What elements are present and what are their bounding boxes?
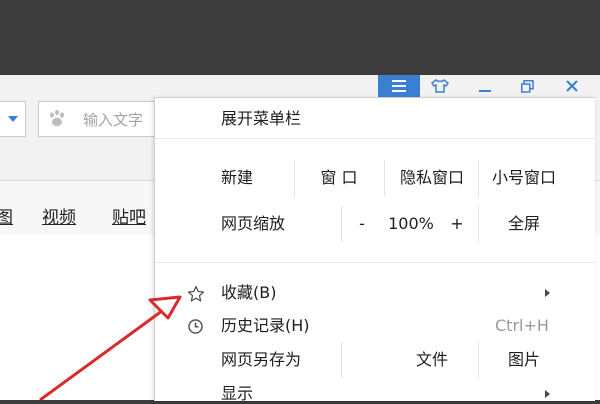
menu-item-expand-menubar[interactable]: 展开菜单栏 [221, 109, 301, 129]
restore-button[interactable] [510, 75, 544, 97]
menu-divider [478, 342, 479, 378]
favorites-link-tieba[interactable]: 贴吧 [112, 203, 146, 228]
menu-item-new-small-window[interactable]: 小号窗口 [492, 168, 556, 188]
history-shortcut-label: Ctrl+H [495, 316, 549, 335]
main-menu: 展开菜单栏 新建 窗 口 隐私窗口 小号窗口 网页缩放 - 100% + 全屏 … [154, 97, 595, 404]
menu-zoom-in-button[interactable]: + [450, 214, 463, 234]
menu-item-new-private-window[interactable]: 隐私窗口 [400, 168, 464, 188]
chevron-down-icon [7, 116, 18, 122]
menu-divider [155, 262, 595, 263]
address-dropdown-button[interactable] [0, 101, 26, 137]
menu-divider [155, 138, 595, 139]
menu-divider [341, 342, 342, 378]
hamburger-menu-icon [392, 80, 406, 92]
main-menu-button[interactable] [378, 75, 420, 97]
search-input[interactable]: 输入文字 [38, 101, 168, 137]
close-icon [566, 80, 578, 92]
paw-icon [50, 109, 64, 127]
submenu-arrow-icon [545, 289, 550, 297]
menu-item-save-as-file[interactable]: 文件 [416, 350, 448, 370]
favorites-link-maps[interactable]: 图 [0, 203, 13, 228]
menu-item-display[interactable]: 显示 [221, 384, 253, 404]
menu-zoom-label: 网页缩放 [221, 214, 286, 233]
submenu-arrow-icon [545, 390, 550, 398]
menu-item-save-as: 网页另存为 [221, 350, 302, 369]
menu-divider [294, 160, 295, 196]
menu-divider [341, 206, 342, 242]
close-button[interactable] [552, 75, 592, 97]
menu-item-new-window[interactable]: 窗 口 [320, 168, 357, 188]
restore-window-icon [520, 79, 534, 93]
menu-divider [478, 206, 479, 242]
skin-button[interactable] [420, 75, 460, 97]
menu-new-label: 新建 [221, 168, 254, 187]
menu-divider [384, 160, 385, 196]
title-bar [0, 75, 600, 97]
clock-icon [188, 319, 203, 334]
minimize-icon [479, 90, 491, 92]
star-icon [187, 285, 205, 302]
menu-item-fullscreen[interactable]: 全屏 [508, 214, 540, 234]
menu-zoom-value: 100% [388, 214, 434, 233]
menu-item-favorites[interactable]: 收藏(B) [221, 283, 276, 303]
menu-item-save-as-image[interactable]: 图片 [508, 350, 540, 370]
search-placeholder: 输入文字 [83, 110, 144, 129]
tshirt-skin-icon [431, 79, 449, 93]
minimize-button[interactable] [468, 75, 502, 97]
favorites-link-video[interactable]: 视频 [42, 203, 76, 228]
menu-divider [478, 160, 479, 196]
menu-item-history[interactable]: 历史记录(H) [221, 316, 310, 336]
menu-zoom-out-button[interactable]: - [359, 214, 365, 234]
